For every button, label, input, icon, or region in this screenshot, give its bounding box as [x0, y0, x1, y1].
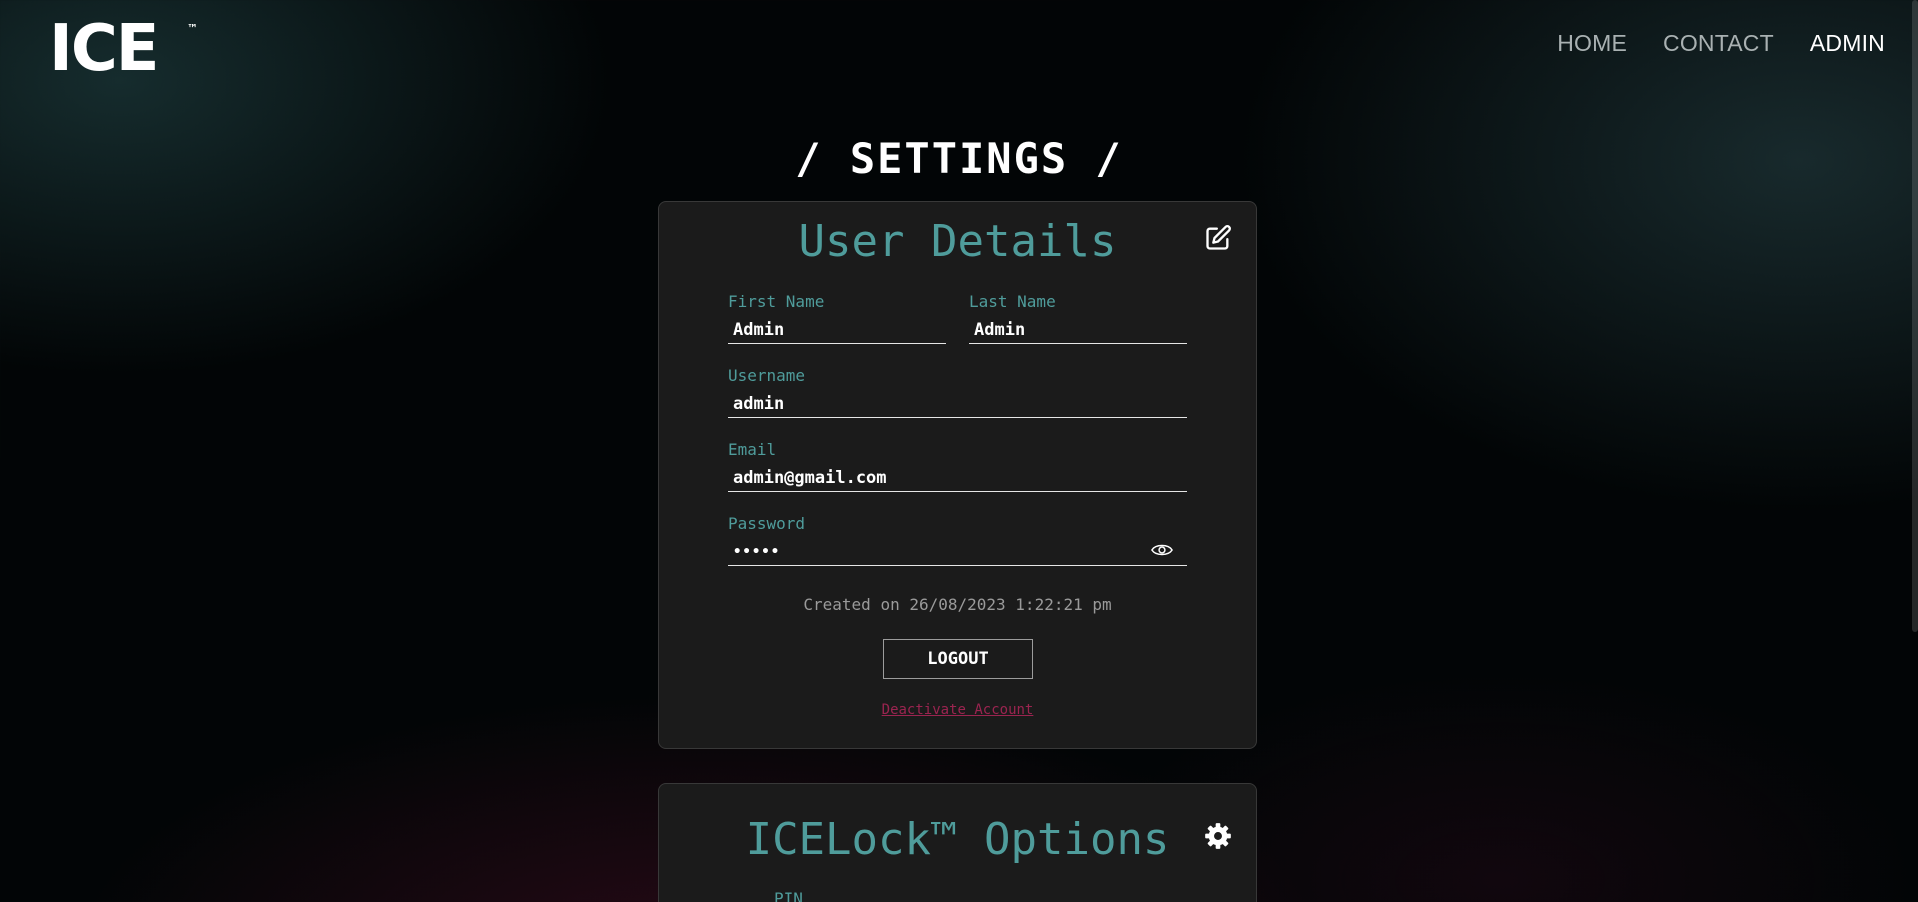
password-input[interactable]: [728, 538, 1187, 566]
password-field: Password: [728, 514, 1187, 566]
gear-icon[interactable]: [1204, 822, 1232, 850]
deactivate-account-link[interactable]: Deactivate Account: [659, 702, 1256, 718]
nav-contact[interactable]: CONTACT: [1663, 30, 1774, 57]
edit-icon[interactable]: [1204, 224, 1232, 252]
username-label: Username: [728, 366, 806, 385]
email-label: Email: [728, 440, 777, 459]
first-name-label: First Name: [728, 292, 825, 311]
icelock-options-card: ICELock™ Options PIN: [658, 783, 1257, 902]
created-timestamp: Created on 26/08/2023 1:22:21 pm: [803, 595, 1112, 614]
ice-logo[interactable]: ICE ™: [49, 18, 201, 72]
svg-text:™: ™: [187, 22, 198, 35]
first-name-input[interactable]: [728, 316, 946, 344]
icelock-options-title: ICELock™ Options: [745, 814, 1170, 865]
main-nav: HOME CONTACT ADMIN: [1557, 30, 1885, 57]
last-name-field: Last Name: [969, 292, 1187, 344]
svg-text:ICE: ICE: [49, 18, 158, 72]
email-input[interactable]: [728, 464, 1187, 492]
last-name-input[interactable]: [969, 316, 1187, 344]
nav-admin[interactable]: ADMIN: [1810, 30, 1885, 57]
eye-icon[interactable]: [1151, 542, 1173, 558]
last-name-label: Last Name: [969, 292, 1056, 311]
pin-label: PIN: [774, 889, 803, 902]
nav-home[interactable]: HOME: [1557, 30, 1627, 57]
user-details-card: User Details First Name Last Name Userna…: [658, 201, 1257, 749]
password-label: Password: [728, 514, 806, 533]
email-field: Email: [728, 440, 1187, 492]
username-field: Username: [728, 366, 1187, 418]
username-input[interactable]: [728, 390, 1187, 418]
first-name-field: First Name: [728, 292, 946, 344]
user-details-title: User Details: [798, 216, 1117, 267]
page-scrollbar[interactable]: [1912, 0, 1918, 632]
page-title: / SETTINGS /: [795, 134, 1123, 183]
logout-button[interactable]: LOGOUT: [883, 639, 1033, 679]
